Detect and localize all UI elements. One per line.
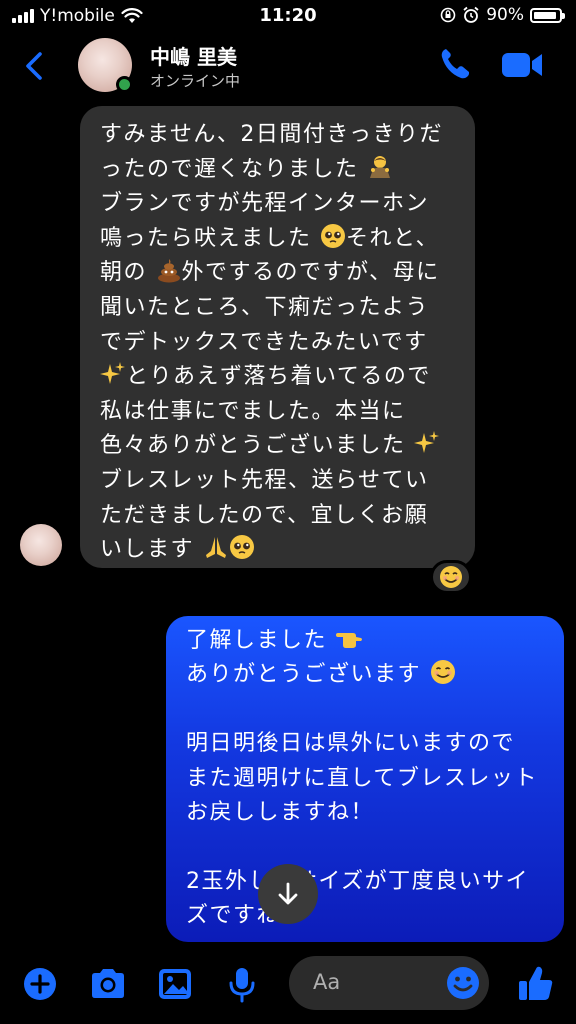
- incoming-message-bubble[interactable]: すみません、2日間付きっきりだ ったので遅くなりました ブランですが先程インター…: [80, 106, 475, 568]
- emoji-icon[interactable]: [445, 965, 481, 1001]
- message-line: 明日明後日は県外にいますので: [186, 731, 516, 757]
- message-line: ありがとうございます: [186, 662, 422, 688]
- sender-avatar[interactable]: [20, 524, 62, 566]
- sparkles-emoji-icon: [100, 362, 125, 385]
- message-line: 外でするのですが、母に: [181, 260, 440, 286]
- arrow-down-icon: [278, 882, 298, 905]
- battery-percent: 90%: [486, 5, 524, 25]
- composer-bar: Aa: [0, 944, 576, 1024]
- thumbs-up-icon[interactable]: [516, 964, 556, 1004]
- smiling-face-emoji-icon: [430, 660, 455, 685]
- battery-icon: [530, 7, 565, 23]
- contact-name[interactable]: 中嶋 里美: [150, 41, 237, 70]
- folded-hands-emoji-icon: [205, 537, 226, 559]
- pleading-face-emoji-icon: [321, 223, 346, 248]
- smiling-face-emoji-icon: [440, 566, 462, 588]
- poop-emoji-icon: [157, 259, 180, 283]
- message-line: また週明けに直してブレスレット: [186, 765, 538, 791]
- message-line: 聞いたところ、下痢だったよう: [100, 294, 430, 320]
- message-line: とりあえず落ち着いてるので: [126, 364, 431, 390]
- status-right: 90%: [440, 5, 565, 25]
- scroll-to-bottom-button[interactable]: [258, 864, 318, 924]
- message-line: いします: [100, 537, 195, 563]
- message-line: 鳴ったら吠えました: [100, 225, 312, 251]
- message-line: でデトックスできたみたいです: [100, 329, 428, 355]
- message-line: 私は仕事にでました。本当に: [100, 398, 406, 424]
- message-line: 了解しました: [186, 628, 328, 653]
- contact-status: オンライン中: [150, 72, 241, 90]
- phone-icon[interactable]: [438, 46, 472, 82]
- status-bar: Y!mobile 11:20 90%: [0, 0, 576, 32]
- message-line: 色々ありがとうございました: [100, 433, 406, 459]
- message-line: ただきましたので、宜しくお願: [100, 502, 429, 528]
- message-line: ったので遅くなりました: [100, 156, 359, 182]
- outgoing-message-bubble[interactable]: 了解しました ありがとうございます 明日明後日は県外にいますので また週明けに直…: [166, 616, 564, 942]
- sparkles-emoji-icon: [414, 431, 440, 454]
- pleading-face-emoji-icon: [229, 535, 254, 560]
- microphone-icon[interactable]: [226, 966, 258, 1004]
- back-chevron-icon[interactable]: [20, 48, 50, 84]
- messenger-chat-screen: Y!mobile 11:20 90% 中嶋 里美 オンライン中 すみません、2日…: [0, 0, 576, 1024]
- message-line: ブランですが先程インターホン: [100, 191, 430, 217]
- orientation-lock-icon: [440, 7, 456, 23]
- plus-icon[interactable]: [22, 966, 58, 1002]
- bowing-person-emoji-icon: [370, 155, 391, 178]
- message-line: 2玉外してサイズが丁度良いサイ: [186, 868, 530, 894]
- reaction-badge[interactable]: [430, 560, 472, 594]
- pointing-hand-emoji-icon: [335, 633, 362, 648]
- message-line: それと、: [346, 225, 440, 251]
- battery-fill: [534, 11, 556, 19]
- message-line: すみません、2日間付きっきりだ: [100, 122, 443, 147]
- video-camera-icon[interactable]: [500, 50, 544, 80]
- chat-header: 中嶋 里美 オンライン中: [0, 32, 576, 100]
- alarm-icon: [463, 6, 479, 23]
- message-line: ブレスレット先程、送らせてい: [100, 467, 429, 493]
- camera-icon[interactable]: [88, 966, 128, 1002]
- message-line: 朝の: [100, 260, 148, 286]
- online-status-dot: [116, 76, 133, 93]
- image-icon[interactable]: [156, 966, 194, 1002]
- message-input[interactable]: Aa: [289, 956, 489, 1010]
- message-input-placeholder: Aa: [313, 970, 341, 994]
- message-line: お戻ししますね！: [186, 800, 375, 826]
